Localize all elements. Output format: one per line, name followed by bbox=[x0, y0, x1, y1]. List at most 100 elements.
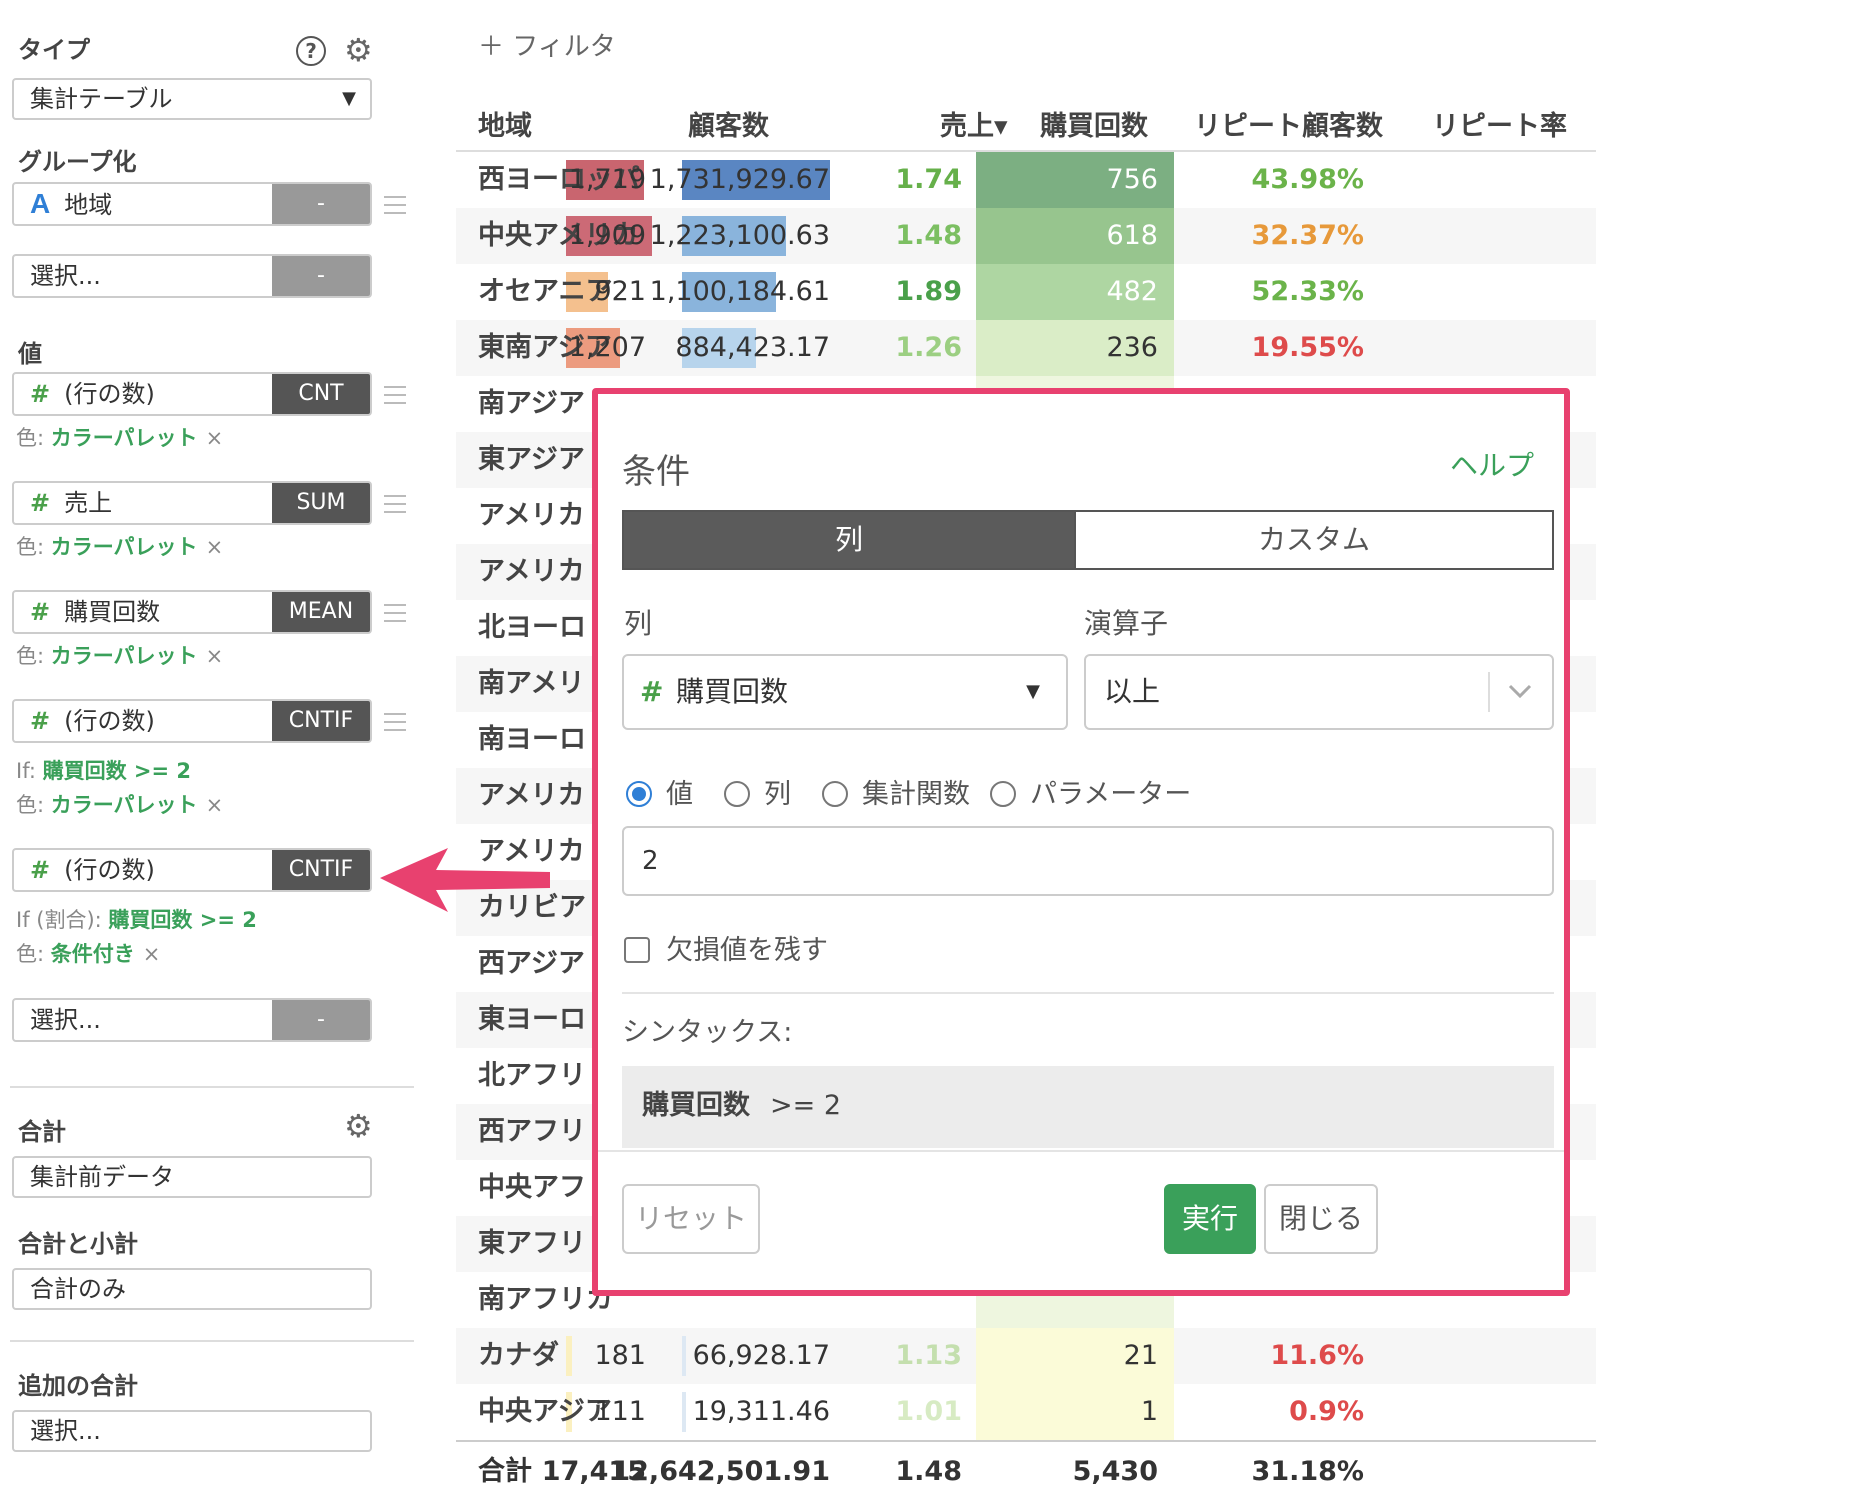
syntax-label: シンタックス: bbox=[622, 1017, 793, 1048]
table-footer: 合計 17,415 12,642,501.91 1.48 5,430 31.18% bbox=[456, 1440, 1596, 1500]
agg-func-button[interactable]: CNT bbox=[272, 374, 370, 414]
cell-region: 中央アジア bbox=[478, 1396, 612, 1427]
value-field-name: (行の数) bbox=[64, 380, 155, 408]
group-field-button[interactable]: - bbox=[272, 184, 370, 224]
cell-sales: 884,423.17 bbox=[675, 332, 830, 363]
drag-handle-icon[interactable] bbox=[384, 386, 406, 404]
drag-handle-icon[interactable] bbox=[384, 604, 406, 622]
color-setting[interactable]: 色: カラーパレット × bbox=[16, 640, 223, 670]
cell-repeat: 756 bbox=[1106, 164, 1158, 195]
value-field-4[interactable]: # (行の数) CNTIF bbox=[12, 699, 372, 743]
agg-func-button[interactable]: CNTIF bbox=[272, 850, 370, 890]
tab-column[interactable]: 列 bbox=[622, 510, 1076, 570]
remove-icon[interactable]: × bbox=[206, 644, 224, 668]
value-field-name: (行の数) bbox=[64, 856, 155, 884]
remove-icon[interactable]: × bbox=[206, 535, 224, 559]
table-row[interactable]: カナダ 181 66,928.17 1.13 21 11.6% bbox=[456, 1328, 1596, 1384]
drag-handle-icon[interactable] bbox=[384, 495, 406, 513]
cell-region: 北アフリ bbox=[478, 1060, 586, 1091]
header-repeat[interactable]: リピート顧客数 bbox=[1194, 104, 1383, 143]
close-button[interactable]: 閉じる bbox=[1264, 1184, 1378, 1254]
table-header: 地域 顧客数 売上▾ 購買回数 リピート顧客数 リピート率 bbox=[456, 100, 1596, 152]
pointer-arrow bbox=[380, 848, 550, 912]
header-region[interactable]: 地域 bbox=[478, 104, 532, 143]
divider bbox=[10, 1340, 414, 1342]
type-select[interactable]: 集計テーブル ▼ bbox=[12, 78, 372, 120]
operator-select-value: 以上 bbox=[1104, 675, 1161, 708]
number-type-icon: # bbox=[30, 380, 51, 408]
cell-rate: 11.6% bbox=[1270, 1340, 1364, 1371]
cell-region: オセアニア bbox=[478, 276, 613, 307]
drag-handle-icon[interactable] bbox=[384, 196, 406, 214]
remove-icon[interactable]: × bbox=[206, 793, 224, 817]
footer-label: 合計 bbox=[478, 1456, 532, 1487]
radio-column[interactable]: 列 bbox=[724, 772, 791, 811]
cell-region: 中央アフ bbox=[478, 1172, 586, 1203]
cell-region: 西アフリ bbox=[478, 1116, 586, 1147]
operator-select[interactable]: 以上 bbox=[1084, 654, 1554, 730]
table-row[interactable]: 西ヨーロッパ 1,719 1,731,929.67 1.74 756 43.98% bbox=[456, 152, 1596, 208]
group-select-button[interactable]: - bbox=[272, 256, 370, 296]
table-row[interactable]: 中央アメリカ 1,909 1,223,100.63 1.48 618 32.37% bbox=[456, 208, 1596, 264]
string-type-icon: A bbox=[30, 188, 51, 219]
help-link[interactable]: ヘルプ bbox=[1450, 444, 1534, 484]
cell-customers: 1,909 bbox=[568, 220, 646, 251]
dialog-title: 条件 bbox=[622, 452, 690, 492]
values-select[interactable]: 選択... - bbox=[12, 998, 372, 1042]
table-row[interactable]: 中央アジア 111 19,311.46 1.01 1 0.9% bbox=[456, 1384, 1596, 1440]
condition-setting[interactable]: If (割合): 購買回数 >= 2 bbox=[16, 904, 257, 934]
cell-customers: 921 bbox=[594, 276, 646, 307]
remove-icon[interactable]: × bbox=[206, 426, 224, 450]
radio-parameter[interactable]: パラメーター bbox=[990, 772, 1191, 811]
agg-func-button[interactable]: CNTIF bbox=[272, 701, 370, 741]
sidebar: タイプ ? ⚙ 集計テーブル ▼ グループ化 A 地域 - 選択... - 値 #… bbox=[0, 0, 420, 1506]
agg-func-button[interactable]: SUM bbox=[272, 483, 370, 523]
agg-func-button[interactable]: MEAN bbox=[272, 592, 370, 632]
gear-icon[interactable]: ⚙ bbox=[344, 1110, 373, 1142]
header-repeat-rate[interactable]: リピート率 bbox=[1432, 104, 1567, 143]
color-setting[interactable]: 色: カラーパレット × bbox=[16, 789, 223, 819]
value-field-1[interactable]: # (行の数) CNT bbox=[12, 372, 372, 416]
extra-total-select[interactable]: 選択... bbox=[12, 1410, 372, 1452]
condition-dialog: 条件 ヘルプ 列 カスタム 列 演算子 # 購買回数 ▼ 以上 値 列 集計関数… bbox=[592, 388, 1570, 1296]
help-icon[interactable]: ? bbox=[296, 36, 326, 66]
color-setting[interactable]: 色: カラーパレット × bbox=[16, 422, 223, 452]
header-sales[interactable]: 売上▾ bbox=[940, 104, 1008, 143]
cell-purchases: 1.13 bbox=[895, 1340, 962, 1371]
value-input[interactable]: 2 bbox=[622, 826, 1554, 896]
cell-repeat: 618 bbox=[1106, 220, 1158, 251]
gear-icon[interactable]: ⚙ bbox=[344, 34, 373, 66]
cell-customers: 1,207 bbox=[568, 332, 646, 363]
total-select[interactable]: 集計前データ bbox=[12, 1156, 372, 1198]
color-setting[interactable]: 色: 条件付き × bbox=[16, 938, 160, 968]
header-purchases[interactable]: 購買回数 bbox=[1040, 104, 1148, 143]
header-customers[interactable]: 顧客数 bbox=[688, 104, 769, 143]
subtotal-label: 合計と小計 bbox=[18, 1230, 138, 1258]
divider bbox=[10, 1086, 414, 1088]
tab-custom[interactable]: カスタム bbox=[1074, 510, 1554, 570]
table-row[interactable]: オセアニア 921 1,100,184.61 1.89 482 52.33% bbox=[456, 264, 1596, 320]
value-field-name: 購買回数 bbox=[64, 598, 161, 626]
add-filter-button[interactable]: ＋ フィルタ bbox=[478, 26, 616, 63]
radio-aggregate[interactable]: 集計関数 bbox=[822, 772, 970, 811]
group-field[interactable]: A 地域 - bbox=[12, 182, 372, 226]
customers-bar bbox=[566, 1336, 572, 1376]
table-row[interactable]: 東南アジア 1,207 884,423.17 1.26 236 19.55% bbox=[456, 320, 1596, 376]
condition-setting[interactable]: If: 購買回数 >= 2 bbox=[16, 755, 191, 785]
radio-value[interactable]: 値 bbox=[626, 772, 693, 811]
color-setting[interactable]: 色: カラーパレット × bbox=[16, 531, 223, 561]
group-field-name: 地域 bbox=[64, 191, 113, 219]
value-field-3[interactable]: # 購買回数 MEAN bbox=[12, 590, 372, 634]
drag-handle-icon[interactable] bbox=[384, 713, 406, 731]
column-select[interactable]: # 購買回数 ▼ bbox=[622, 654, 1068, 730]
run-button[interactable]: 実行 bbox=[1164, 1184, 1256, 1254]
value-field-5[interactable]: # (行の数) CNTIF bbox=[12, 848, 372, 892]
keep-null-checkbox[interactable]: 欠損値を残す bbox=[624, 928, 828, 967]
remove-icon[interactable]: × bbox=[143, 942, 161, 966]
subtotal-select[interactable]: 合計のみ bbox=[12, 1268, 372, 1310]
reset-button[interactable]: リセット bbox=[622, 1184, 760, 1254]
group-label: グループ化 bbox=[18, 148, 137, 176]
value-field-2[interactable]: # 売上 SUM bbox=[12, 481, 372, 525]
group-select[interactable]: 選択... - bbox=[12, 254, 372, 298]
values-select-button[interactable]: - bbox=[272, 1000, 370, 1040]
